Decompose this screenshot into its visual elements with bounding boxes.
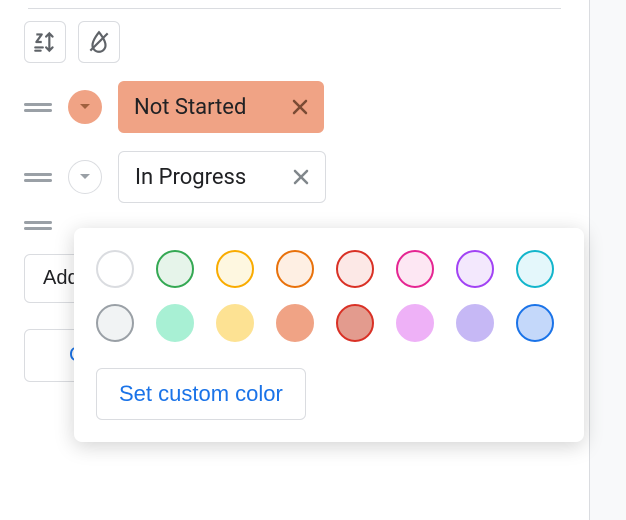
- color-swatch-white[interactable]: [96, 250, 134, 288]
- option-chip: [118, 81, 324, 133]
- color-swatch-lavender[interactable]: [456, 304, 494, 342]
- chevron-down-icon: [79, 103, 91, 111]
- color-swatch-light-pink[interactable]: [396, 250, 434, 288]
- close-icon: [291, 167, 311, 187]
- color-dropdown-button[interactable]: [68, 160, 102, 194]
- color-swatch-light-green[interactable]: [156, 250, 194, 288]
- swatch-row-1: [96, 250, 562, 288]
- chevron-down-icon: [79, 173, 91, 181]
- color-swatch-red[interactable]: [336, 304, 374, 342]
- option-label-input[interactable]: [135, 165, 275, 190]
- color-swatch-light-orange[interactable]: [276, 250, 314, 288]
- option-chip: [118, 151, 326, 203]
- color-swatch-pink[interactable]: [396, 304, 434, 342]
- swatch-row-2: [96, 304, 562, 342]
- drag-handle[interactable]: [24, 173, 52, 182]
- color-swatch-light-cyan[interactable]: [516, 250, 554, 288]
- color-swatch-light-red[interactable]: [336, 250, 374, 288]
- color-picker-popover: Set custom color: [74, 228, 584, 442]
- sort-az-icon: [32, 29, 58, 55]
- option-row-1: [16, 151, 573, 203]
- color-swatch-light-purple[interactable]: [456, 250, 494, 288]
- no-color-button[interactable]: [78, 21, 120, 63]
- color-swatch-salmon[interactable]: [276, 304, 314, 342]
- color-swatch-yellow[interactable]: [216, 304, 254, 342]
- drag-handle[interactable]: [24, 103, 52, 112]
- color-swatch-mint[interactable]: [156, 304, 194, 342]
- remove-option-button[interactable]: [287, 163, 315, 191]
- option-label-input[interactable]: [134, 95, 274, 120]
- remove-option-button[interactable]: [286, 93, 314, 121]
- drag-handle[interactable]: [24, 221, 52, 230]
- close-icon: [290, 97, 310, 117]
- color-dropdown-button[interactable]: [68, 90, 102, 124]
- color-swatch-gray[interactable]: [96, 304, 134, 342]
- color-swatch-light-yellow[interactable]: [216, 250, 254, 288]
- divider: [28, 8, 561, 9]
- option-row-0: [16, 81, 573, 133]
- droplet-off-icon: [86, 29, 112, 55]
- toolbar: [24, 21, 573, 63]
- color-swatch-blue[interactable]: [516, 304, 554, 342]
- sort-az-button[interactable]: [24, 21, 66, 63]
- set-custom-color-button[interactable]: Set custom color: [96, 368, 306, 420]
